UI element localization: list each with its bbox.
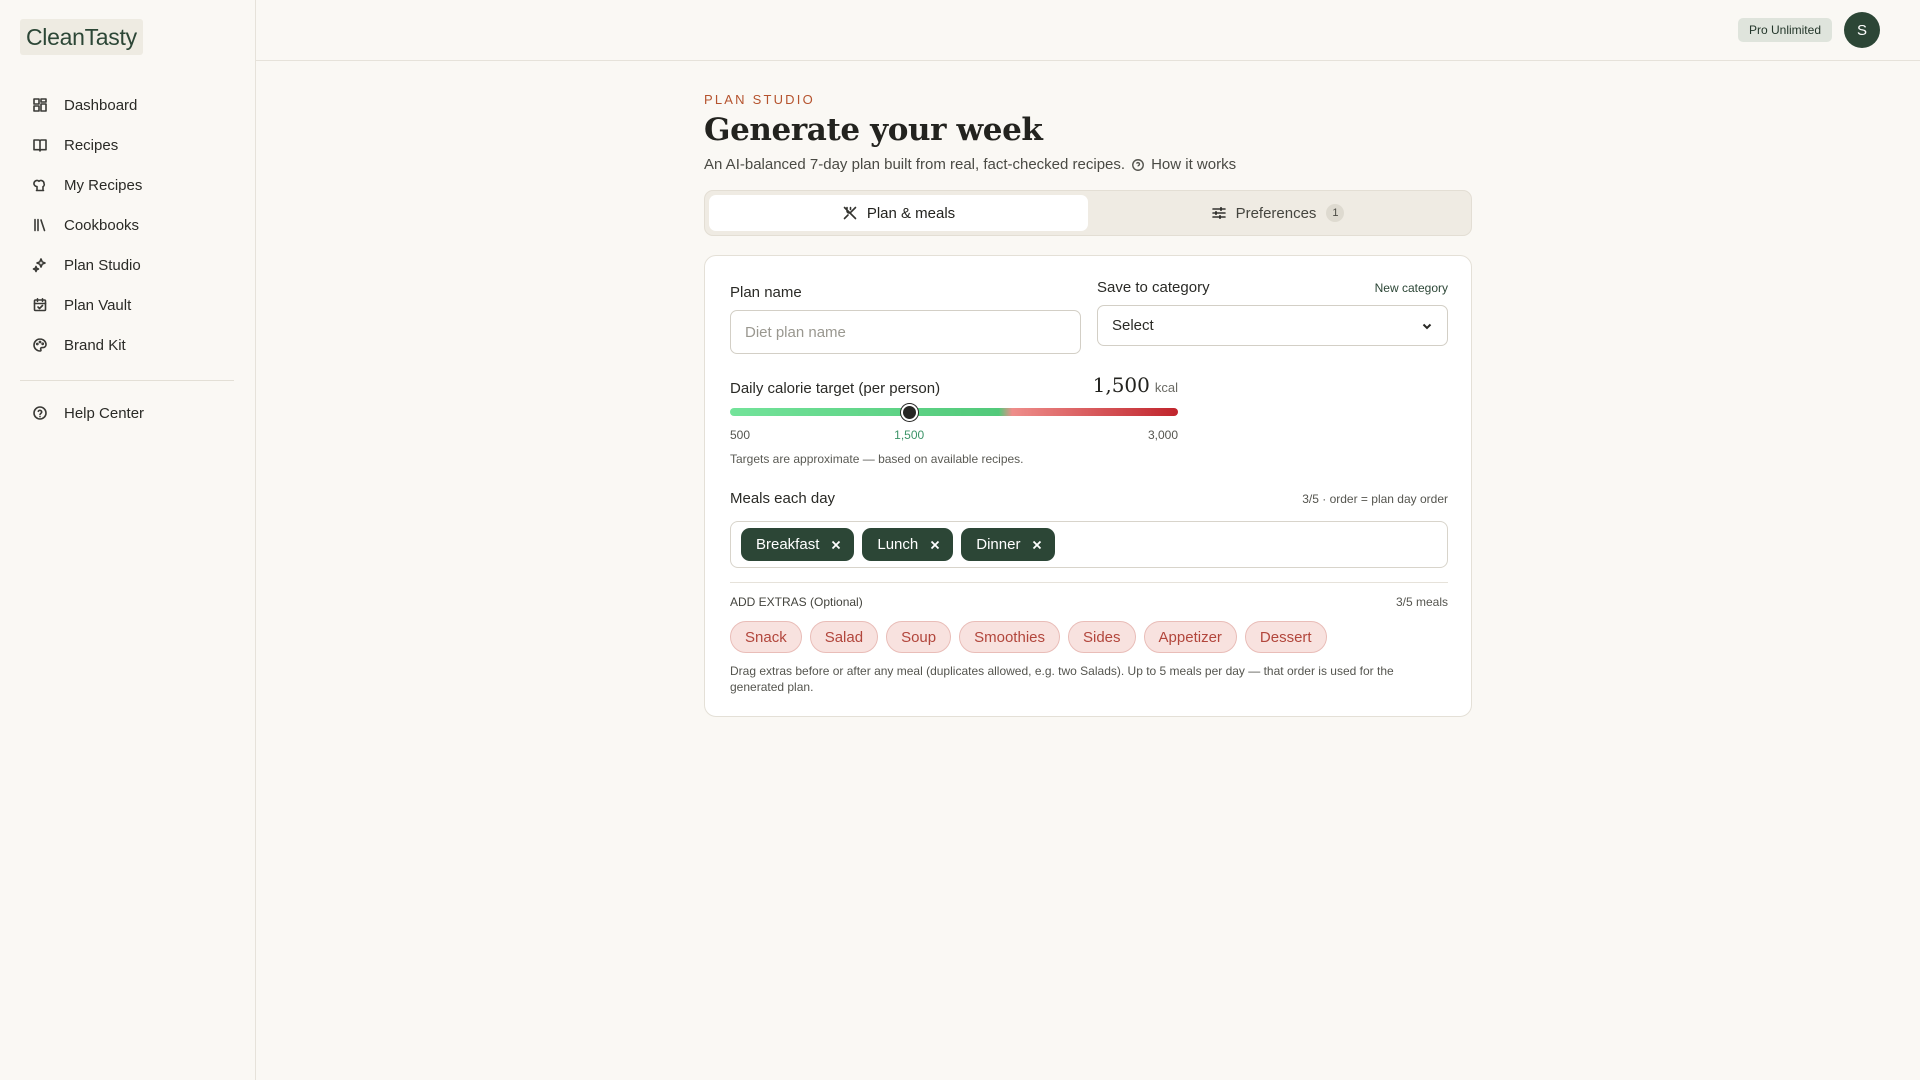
sidebar-item-label: Help Center bbox=[64, 404, 145, 422]
extras-hint: Drag extras before or after any meal (du… bbox=[730, 664, 1394, 694]
close-icon bbox=[1033, 540, 1042, 549]
extra-pill-appetizer[interactable]: Appetizer bbox=[1143, 621, 1237, 653]
sidebar-item-recipes[interactable]: Recipes bbox=[20, 125, 234, 165]
tab-plan-meals[interactable]: Plan & meals bbox=[709, 195, 1088, 231]
calorie-value: 1,500 bbox=[1092, 373, 1150, 397]
subtitle-text: An AI-balanced 7-day plan built from rea… bbox=[704, 156, 1126, 173]
tab-label: Plan & meals bbox=[866, 204, 956, 222]
how-it-works-link[interactable]: How it works bbox=[1131, 156, 1236, 173]
plan-form-card: Plan name Save to category New category … bbox=[704, 255, 1472, 717]
sidebar-item-label: Dashboard bbox=[64, 96, 138, 114]
calorie-scale: 500 1,500 3,000 bbox=[730, 428, 1178, 444]
dashboard-icon bbox=[32, 97, 48, 113]
tab-bar: Plan & meals Preferences 1 bbox=[704, 190, 1472, 236]
calorie-note: Targets are approximate — based on avail… bbox=[730, 452, 1024, 466]
sidebar-item-help-center[interactable]: Help Center bbox=[20, 393, 234, 433]
library-icon bbox=[32, 217, 48, 233]
page-subtitle: An AI-balanced 7-day plan built from rea… bbox=[704, 156, 1472, 173]
calorie-current-label: 1,500 bbox=[894, 428, 925, 442]
preferences-count-badge: 1 bbox=[1326, 204, 1345, 222]
plan-name-input[interactable] bbox=[730, 310, 1081, 354]
extra-pill-salad[interactable]: Salad bbox=[809, 621, 879, 653]
calorie-unit: kcal bbox=[1154, 380, 1178, 395]
category-field: Save to category New category Select bbox=[1097, 279, 1448, 346]
extra-pill-smoothies[interactable]: Smoothies bbox=[959, 621, 1060, 653]
calorie-slider-track[interactable] bbox=[730, 404, 1178, 421]
topbar: Pro Unlimited S bbox=[256, 0, 1920, 61]
meal-chip-lunch[interactable]: Lunch bbox=[862, 528, 954, 561]
sidebar: CleanTasty Dashboard Recipes My Recipes … bbox=[0, 0, 256, 1080]
sparkles-icon bbox=[32, 257, 48, 273]
close-icon bbox=[931, 540, 940, 549]
sidebar-item-label: Plan Vault bbox=[64, 296, 132, 314]
plan-badge[interactable]: Pro Unlimited bbox=[1737, 18, 1832, 42]
category-label: Save to category bbox=[1097, 279, 1210, 296]
page-eyebrow: PLAN STUDIO bbox=[704, 92, 815, 107]
calendar-icon bbox=[32, 297, 48, 313]
extra-pill-soup[interactable]: Soup bbox=[886, 621, 952, 653]
calorie-min-label: 500 bbox=[730, 428, 751, 442]
main-content: PLAN STUDIO Generate your week An AI-bal… bbox=[704, 92, 1472, 717]
meals-label: Meals each day bbox=[730, 490, 836, 507]
sidebar-item-label: Cookbooks bbox=[64, 216, 140, 234]
plan-name-field: Plan name bbox=[730, 284, 1081, 354]
sidebar-item-label: Recipes bbox=[64, 136, 119, 154]
close-icon bbox=[832, 540, 841, 549]
plan-name-label: Plan name bbox=[730, 284, 802, 301]
meal-chip-list[interactable]: Breakfast Lunch Dinner bbox=[730, 521, 1448, 568]
meal-chip-dinner[interactable]: Dinner bbox=[961, 528, 1056, 561]
section-divider bbox=[730, 582, 1448, 583]
sidebar-item-my-recipes[interactable]: My Recipes bbox=[20, 165, 234, 205]
extras-meta: 3/5 meals bbox=[1395, 595, 1448, 609]
calorie-max-label: 3,000 bbox=[1147, 428, 1178, 442]
help-circle-icon bbox=[1132, 158, 1145, 171]
calorie-target: Daily calorie target (per person) 1,500 … bbox=[730, 371, 1178, 466]
meal-chip-label: Breakfast bbox=[756, 536, 820, 553]
chevron-down-icon bbox=[1422, 323, 1432, 329]
sidebar-item-label: Plan Studio bbox=[64, 256, 141, 274]
calorie-readout: 1,500 kcal bbox=[1093, 373, 1178, 397]
sidebar-divider bbox=[20, 380, 234, 381]
new-category-link[interactable]: New category bbox=[1375, 281, 1448, 295]
tab-preferences[interactable]: Preferences 1 bbox=[1088, 195, 1467, 231]
sliders-icon bbox=[1211, 207, 1226, 219]
calorie-label: Daily calorie target (per person) bbox=[730, 380, 941, 397]
help-circle-icon bbox=[32, 405, 48, 421]
sidebar-nav: Dashboard Recipes My Recipes Cookbooks P… bbox=[20, 85, 234, 433]
sidebar-item-plan-studio[interactable]: Plan Studio bbox=[20, 245, 234, 285]
logo[interactable]: CleanTasty bbox=[20, 19, 143, 55]
sidebar-item-label: My Recipes bbox=[64, 176, 143, 194]
extra-pill-snack[interactable]: Snack bbox=[730, 621, 802, 653]
meals-meta: 3/5 · order = plan day order bbox=[1302, 491, 1448, 506]
sidebar-item-label: Brand Kit bbox=[64, 336, 126, 354]
tab-label: Preferences bbox=[1235, 204, 1317, 222]
sidebar-item-cookbooks[interactable]: Cookbooks bbox=[20, 205, 234, 245]
calorie-slider-thumb[interactable] bbox=[901, 404, 919, 421]
extras-list: Snack Salad Soup Smoothies Sides Appetiz… bbox=[730, 621, 1448, 653]
avatar[interactable]: S bbox=[1844, 12, 1880, 48]
palette-icon bbox=[32, 337, 48, 353]
extra-pill-dessert[interactable]: Dessert bbox=[1244, 621, 1327, 653]
extras-title: ADD EXTRAS (Optional) bbox=[730, 595, 863, 609]
page-title: Generate your week bbox=[704, 112, 1043, 148]
utensils-icon bbox=[843, 206, 857, 220]
how-it-works-label: How it works bbox=[1151, 156, 1237, 173]
remove-dinner-button[interactable] bbox=[1030, 538, 1044, 552]
sidebar-item-dashboard[interactable]: Dashboard bbox=[20, 85, 234, 125]
chef-hat-icon bbox=[32, 177, 48, 193]
sidebar-item-brand-kit[interactable]: Brand Kit bbox=[20, 325, 234, 365]
category-select-value: Select bbox=[1112, 317, 1154, 334]
sidebar-item-plan-vault[interactable]: Plan Vault bbox=[20, 285, 234, 325]
remove-breakfast-button[interactable] bbox=[829, 538, 843, 552]
meal-chip-breakfast[interactable]: Breakfast bbox=[741, 528, 855, 561]
category-select[interactable]: Select bbox=[1097, 305, 1448, 346]
book-icon bbox=[32, 137, 48, 153]
remove-lunch-button[interactable] bbox=[928, 538, 942, 552]
meal-chip-label: Lunch bbox=[877, 536, 919, 553]
meals-section: Meals each day 3/5 · order = plan day or… bbox=[730, 490, 1448, 695]
extra-pill-sides[interactable]: Sides bbox=[1068, 621, 1136, 653]
meal-chip-label: Dinner bbox=[976, 536, 1021, 553]
